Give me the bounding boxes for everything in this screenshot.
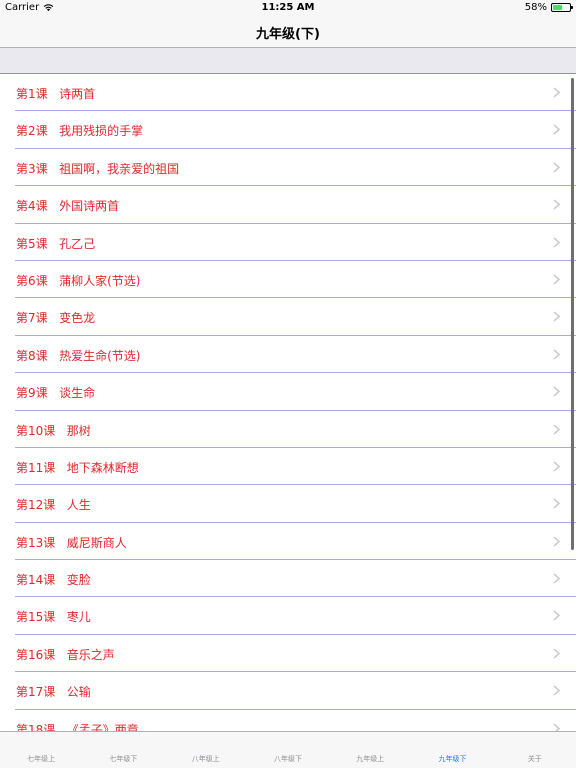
lesson-label: 第11课 地下森林断想 — [16, 460, 139, 475]
lesson-row[interactable]: 第16课 音乐之声 — [0, 634, 576, 673]
tab-label: 九年级下 — [438, 755, 467, 763]
lesson-list[interactable]: 第1课 诗两首第2课 我用残损的手掌第3课 祖国啊，我亲爱的祖国 第4课 外国诗两… — [0, 74, 576, 731]
chevron-right-icon — [553, 423, 560, 435]
chevron-right-icon — [553, 349, 560, 360]
lesson-label: 第2课 我用残损的手掌 — [16, 124, 144, 139]
tab-label: 七年级上 — [27, 755, 56, 763]
tab-item[interactable]: 七年级下 — [82, 732, 164, 768]
lesson-row[interactable]: 第15课 枣儿 — [0, 597, 576, 636]
page-title: 九年级(下) — [256, 27, 320, 42]
tab-label: 九年级上 — [356, 755, 385, 763]
lesson-label: 第15课 枣儿 — [16, 610, 91, 625]
lesson-row[interactable]: 第7课 变色龙 — [0, 298, 576, 337]
tab-item[interactable]: 七年级上 — [0, 732, 82, 768]
chevron-right-icon — [553, 573, 560, 584]
chevron-right-icon — [553, 723, 560, 731]
tab-label: 关于 — [527, 755, 542, 763]
tab-label: 八年级上 — [191, 755, 220, 763]
lesson-row[interactable]: 第18课 《孟子》两章 — [0, 709, 576, 731]
tab-item[interactable]: 九年级下 — [411, 732, 493, 768]
chevron-right-icon — [553, 648, 560, 659]
tab-item[interactable]: 关于 — [494, 732, 576, 768]
lesson-row[interactable]: 第10课 那树 — [0, 410, 576, 449]
lesson-row[interactable]: 第8课 热爱生命(节选) — [0, 335, 576, 374]
chevron-right-icon — [553, 498, 560, 509]
chevron-right-icon — [553, 685, 560, 696]
scroll-indicator[interactable] — [571, 78, 574, 550]
lesson-label: 第13课 威尼斯商人 — [16, 535, 127, 550]
tab-item[interactable]: 八年级上 — [165, 732, 247, 768]
chevron-right-icon — [553, 87, 560, 98]
lesson-label: 第16课 音乐之声 — [16, 647, 115, 662]
lesson-label: 第12课 人生 — [16, 498, 91, 513]
lesson-label: 第4课 外国诗两首 — [16, 199, 120, 214]
lesson-row[interactable]: 第13课 威尼斯商人 — [0, 522, 576, 561]
lesson-row[interactable]: 第9课 谈生命 — [0, 373, 576, 411]
lesson-row[interactable]: 第12课 人生 — [0, 485, 576, 524]
lesson-label: 第7课 变色龙 — [16, 311, 96, 326]
lesson-label: 第14课 变脸 — [16, 573, 91, 588]
battery-fill — [553, 5, 563, 10]
lesson-label: 第6课 蒲柳人家(节选) — [16, 273, 141, 288]
chevron-right-icon — [553, 162, 560, 173]
battery-percent: 58% — [524, 2, 547, 13]
battery-tip — [571, 6, 573, 9]
navigation-bar: 九年级(下) — [0, 16, 576, 48]
lesson-row[interactable]: 第5课 孔乙己 — [0, 223, 576, 262]
battery-icon — [551, 3, 573, 12]
chevron-right-icon — [553, 610, 560, 622]
status-right: 58% — [524, 2, 573, 13]
tab-item[interactable]: 八年级下 — [247, 732, 329, 768]
chevron-right-icon — [553, 386, 560, 397]
lesson-row[interactable]: 第17课 公输 — [0, 672, 576, 711]
lesson-label: 第18课 《孟子》两章 — [16, 722, 139, 731]
chevron-right-icon — [553, 237, 560, 248]
lesson-label: 第1课 诗两首 — [16, 87, 96, 101]
lesson-row[interactable]: 第2课 我用残损的手掌 — [0, 111, 576, 150]
chevron-right-icon — [553, 536, 560, 547]
section-header — [0, 48, 576, 74]
chevron-right-icon — [553, 311, 560, 322]
chevron-right-icon — [553, 274, 560, 285]
lesson-row[interactable]: 第6课 蒲柳人家(节选) — [0, 260, 576, 299]
lesson-row[interactable]: 第4课 外国诗两首 — [0, 186, 576, 224]
tab-item[interactable]: 九年级上 — [329, 732, 411, 768]
lesson-label: 第9课 谈生命 — [16, 386, 96, 401]
tab-label: 七年级下 — [109, 755, 138, 763]
status-time: 11:25 AM — [261, 2, 315, 13]
chevron-right-icon — [553, 199, 560, 210]
lesson-label: 第5课 孔乙己 — [16, 236, 96, 251]
lesson-row[interactable]: 第3课 祖国啊，我亲爱的祖国 — [0, 148, 576, 187]
status-bar: Carrier 11:25 AM 58% — [0, 0, 576, 16]
tab-bar: 七年级上 七年级下 八年级上 八年级下 九年级上 九年级下 关于 — [0, 731, 576, 768]
tab-label: 八年级下 — [273, 755, 302, 763]
chevron-right-icon — [553, 461, 560, 472]
screen: Carrier 11:25 AM 58% 九年级(下) 第1课 诗两首第2课 我… — [0, 0, 576, 768]
lesson-label: 第8课 热爱生命(节选) — [16, 348, 141, 363]
lesson-label: 第17课 公输 — [16, 685, 91, 700]
chevron-right-icon — [553, 124, 560, 135]
lesson-row[interactable]: 第1课 诗两首 — [0, 74, 576, 112]
lesson-label: 第10课 那树 — [16, 423, 91, 438]
lesson-row[interactable]: 第11课 地下森林断想 — [0, 447, 576, 486]
lesson-label: 第3课 祖国啊，我亲爱的祖国 — [16, 161, 180, 176]
lesson-row[interactable]: 第14课 变脸 — [0, 560, 576, 598]
